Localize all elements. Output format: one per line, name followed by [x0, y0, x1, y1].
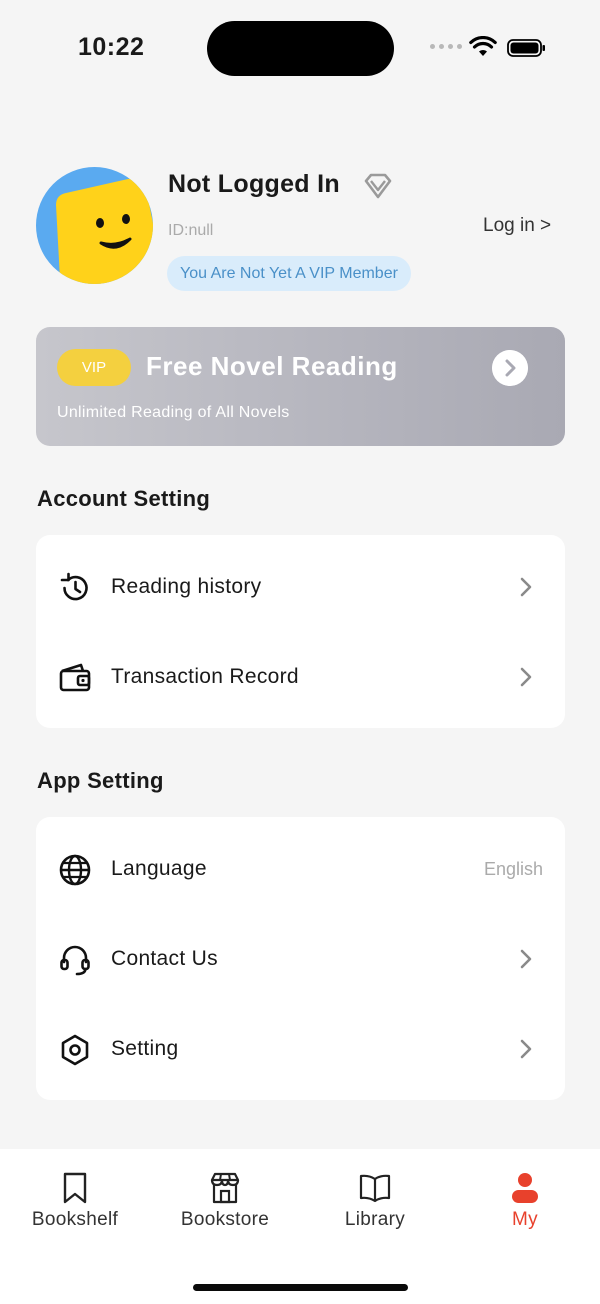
tab-bookstore[interactable]: Bookstore: [150, 1149, 300, 1249]
chevron-right-icon: [520, 1039, 532, 1059]
language-row[interactable]: Language English: [36, 824, 565, 914]
app-setting-card: Language English Contact Us Setting: [36, 817, 565, 1100]
status-bar: 10:22: [0, 0, 600, 100]
store-icon: [210, 1172, 240, 1204]
tab-library[interactable]: Library: [300, 1149, 450, 1249]
user-id: ID:null: [168, 222, 214, 239]
setting-label: Setting: [111, 1037, 179, 1060]
diamond-icon: [364, 173, 392, 199]
account-setting-card: Reading history Transaction Record: [36, 535, 565, 728]
setting-row[interactable]: Setting: [36, 1004, 565, 1094]
headset-icon: [60, 945, 90, 976]
chevron-right-icon: [520, 949, 532, 969]
my-profile-screen: 10:22 Not Logged In ID:null Log in > You…: [0, 0, 600, 1304]
bookmark-icon: [63, 1172, 87, 1204]
vip-status-badge[interactable]: You Are Not Yet A VIP Member: [167, 256, 411, 291]
wallet-icon: [59, 663, 91, 692]
tab-my-label: My: [512, 1209, 538, 1230]
app-setting-title: App Setting: [37, 768, 164, 793]
avatar[interactable]: [36, 167, 153, 284]
bottom-tab-bar: Bookshelf Bookstore Library My: [0, 1149, 600, 1304]
reading-history-label: Reading history: [111, 575, 262, 598]
chevron-right-icon: [520, 577, 532, 597]
tab-my[interactable]: My: [450, 1149, 600, 1249]
vip-promo-banner[interactable]: VIP Free Novel Reading Unlimited Reading…: [36, 327, 565, 446]
tab-bookstore-label: Bookstore: [180, 1209, 270, 1230]
language-label: Language: [111, 857, 207, 880]
reading-history-row[interactable]: Reading history: [36, 542, 565, 632]
vip-tag: VIP: [57, 349, 131, 386]
book-icon: [359, 1174, 391, 1203]
tab-library-label: Library: [344, 1209, 406, 1230]
user-icon: [512, 1173, 538, 1203]
home-indicator: [193, 1284, 408, 1291]
wifi-icon: [469, 36, 497, 56]
globe-icon: [59, 854, 91, 886]
transaction-record-row[interactable]: Transaction Record: [36, 632, 565, 722]
tab-bookshelf-label: Bookshelf: [31, 1209, 119, 1230]
settings-hexagon-icon: [61, 1034, 89, 1066]
vip-banner-subtitle: Unlimited Reading of All Novels: [57, 404, 290, 421]
dynamic-island: [207, 21, 394, 76]
username: Not Logged In: [168, 170, 340, 198]
language-value: English: [483, 859, 543, 879]
avatar-face-icon: [36, 167, 153, 284]
vip-banner-title: Free Novel Reading: [146, 351, 398, 381]
cellular-signal-icon: [430, 44, 462, 49]
tab-bookshelf[interactable]: Bookshelf: [0, 1149, 150, 1249]
battery-icon: [507, 39, 545, 57]
login-link[interactable]: Log in >: [483, 215, 551, 237]
contact-us-label: Contact Us: [111, 947, 218, 970]
account-setting-title: Account Setting: [37, 486, 211, 511]
status-time: 10:22: [78, 33, 145, 61]
chevron-right-circle-icon[interactable]: [492, 350, 528, 386]
contact-us-row[interactable]: Contact Us: [36, 914, 565, 1004]
history-icon: [60, 572, 88, 601]
chevron-right-icon: [520, 667, 532, 687]
transaction-record-label: Transaction Record: [111, 665, 299, 688]
